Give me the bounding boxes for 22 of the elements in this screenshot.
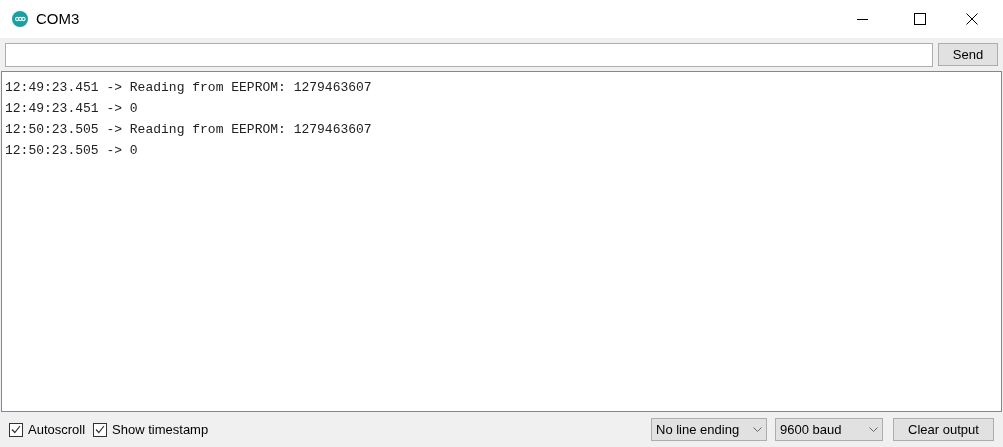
checkbox-label: Show timestamp <box>112 420 209 439</box>
chevron-down-icon <box>869 427 878 432</box>
checkmark-icon <box>95 425 106 434</box>
output-line: 12:49:23.451 -> Reading from EEPROM: 1279463607 <box>5 79 372 97</box>
checkbox[interactable] <box>9 422 23 437</box>
output-line: 12:50:23.505 -> Reading from EEPROM: 1279463607 <box>5 121 372 139</box>
checkmark-icon <box>11 425 21 434</box>
line-ending-dropdown[interactable]: No line ending <box>651 418 767 441</box>
close-icon <box>966 13 978 25</box>
checkbox[interactable] <box>93 422 108 437</box>
output-line: 12:49:23.451 -> 0 <box>5 100 138 118</box>
input-field[interactable] <box>5 42 933 67</box>
maximize-icon <box>914 13 926 25</box>
clear-output-button[interactable]: Clear output <box>893 418 994 441</box>
checkbox-label: Autoscroll <box>28 420 86 439</box>
window-title: COM3 <box>36 8 80 29</box>
app-logo-icon <box>12 11 28 27</box>
minimize-icon <box>856 18 868 20</box>
send-button[interactable]: Send <box>938 43 998 66</box>
chevron-down-icon <box>753 427 762 432</box>
baud-rate-dropdown[interactable]: 9600 baud <box>775 418 883 441</box>
output-line: 12:50:23.505 -> 0 <box>5 142 138 160</box>
